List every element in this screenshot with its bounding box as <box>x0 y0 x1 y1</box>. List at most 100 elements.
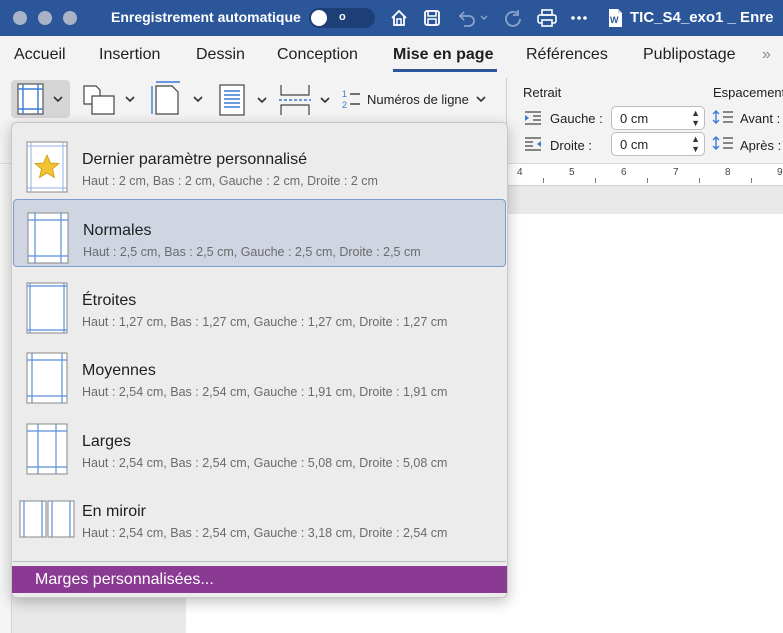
indent-left-icon <box>525 111 541 125</box>
margin-option-last-custom[interactable]: Dernier paramètre personnalisé Haut : 2 … <box>13 129 506 197</box>
line-numbers-icon: 12 <box>342 89 360 110</box>
margins-icon <box>17 83 44 115</box>
margin-option-desc: Haut : 2,54 cm, Bas : 2,54 cm, Gauche : … <box>82 526 448 540</box>
spacing-after-icon <box>712 136 733 150</box>
horizontal-ruler: 4 5 6 7 8 9 <box>505 164 783 186</box>
orientation-button[interactable] <box>82 80 136 118</box>
columns-button[interactable] <box>218 82 268 118</box>
tab-dessin[interactable]: Dessin <box>196 46 245 64</box>
margin-normal-icon <box>27 212 69 264</box>
breaks-button[interactable] <box>277 82 331 118</box>
ruler-number: 9 <box>777 167 783 178</box>
home-icon[interactable] <box>388 6 410 30</box>
margin-option-name: En miroir <box>82 503 147 520</box>
margin-option-normal[interactable]: Normales Haut : 2,5 cm, Bas : 2,5 cm, Ga… <box>13 199 506 267</box>
svg-text:1: 1 <box>342 89 347 99</box>
margin-option-wide[interactable]: Larges Haut : 2,54 cm, Bas : 2,54 cm, Ga… <box>13 411 506 479</box>
menu-separator <box>13 561 506 562</box>
ruler-tick <box>751 178 752 183</box>
ruler-number: 7 <box>673 167 679 178</box>
save-icon[interactable] <box>421 6 443 30</box>
toggle-state: o <box>339 11 346 23</box>
tab-mise-en-page[interactable]: Mise en page <box>393 46 493 64</box>
spinner-arrows-icon[interactable]: ▲ ▼ <box>691 134 700 154</box>
ruler-number: 5 <box>569 167 575 178</box>
print-icon[interactable] <box>535 6 559 30</box>
margin-option-name: Larges <box>82 433 131 450</box>
margin-option-desc: Haut : 2,54 cm, Bas : 2,54 cm, Gauche : … <box>82 456 448 470</box>
size-button[interactable] <box>150 80 204 118</box>
chevron-down-icon <box>53 96 63 103</box>
margin-option-narrow[interactable]: Étroites Haut : 1,27 cm, Bas : 1,27 cm, … <box>13 270 506 338</box>
tab-publipostage[interactable]: Publipostage <box>643 46 736 64</box>
toggle-knob <box>311 10 327 26</box>
droite-label: Droite : <box>550 138 592 153</box>
custom-margins-button[interactable]: Marges personnalisées... <box>12 566 507 593</box>
spacing-before-icon <box>712 110 733 124</box>
minimize-window-button[interactable] <box>38 11 52 25</box>
margin-option-desc: Haut : 1,27 cm, Bas : 1,27 cm, Gauche : … <box>82 315 448 329</box>
columns-icon <box>219 84 245 116</box>
chevron-down-icon <box>125 96 135 103</box>
undo-icon[interactable] <box>455 6 489 30</box>
margin-option-name: Moyennes <box>82 362 156 379</box>
ruler-tick <box>543 178 544 183</box>
indent-left-value: 0 cm <box>620 111 649 126</box>
ruler-number: 8 <box>725 167 731 178</box>
gauche-label: Gauche : <box>550 111 603 126</box>
apres-label: Après : <box>740 138 782 153</box>
indent-right-icon <box>525 137 541 151</box>
margin-option-desc: Haut : 2 cm, Bas : 2 cm, Gauche : 2 cm, … <box>82 174 378 188</box>
more-icon[interactable] <box>568 6 590 30</box>
ruler-number: 6 <box>621 167 627 178</box>
margin-option-desc: Haut : 2,54 cm, Bas : 2,54 cm, Gauche : … <box>82 385 448 399</box>
margin-option-desc: Haut : 2,5 cm, Bas : 2,5 cm, Gauche : 2,… <box>83 245 421 259</box>
chevron-down-icon <box>193 96 203 103</box>
tabs-overflow-icon[interactable]: » <box>762 46 771 64</box>
chevron-down-icon <box>320 97 330 104</box>
margin-option-name: Dernier paramètre personnalisé <box>82 151 307 168</box>
margins-button[interactable] <box>11 80 70 118</box>
close-window-button[interactable] <box>13 11 27 25</box>
indent-left-field[interactable]: 0 cm ▲ ▼ <box>611 106 705 130</box>
breaks-icon <box>279 85 311 115</box>
chevron-down-icon <box>257 97 267 104</box>
ruler-tick <box>647 178 648 183</box>
margin-wide-icon <box>26 423 68 475</box>
ribbon-tabs: Accueil Insertion Dessin Conception Mise… <box>0 36 783 72</box>
document-title: TIC_S4_exo1 _ Enre <box>630 9 774 26</box>
title-bar: Enregistrement automatique o W TIC_S4_ex… <box>0 0 783 36</box>
document-margin-band <box>505 186 783 214</box>
margin-option-name: Étroites <box>82 292 137 309</box>
margins-dropdown: Dernier paramètre personnalisé Haut : 2 … <box>11 122 508 598</box>
margin-mirrored-icon <box>19 500 75 538</box>
star-icon <box>26 141 68 193</box>
redo-icon[interactable] <box>502 6 524 30</box>
tab-references[interactable]: Références <box>526 46 608 64</box>
retrait-group-title: Retrait <box>523 85 562 100</box>
tab-insertion[interactable]: Insertion <box>99 46 160 64</box>
spinner-arrows-icon[interactable]: ▲ ▼ <box>691 108 700 128</box>
margin-option-moderate[interactable]: Moyennes Haut : 2,54 cm, Bas : 2,54 cm, … <box>13 340 506 408</box>
margin-moderate-icon <box>26 352 68 404</box>
margin-option-mirrored[interactable]: En miroir Haut : 2,54 cm, Bas : 2,54 cm,… <box>13 481 506 549</box>
ruler-number: 4 <box>517 167 523 178</box>
orientation-icon <box>83 85 115 115</box>
tab-accueil[interactable]: Accueil <box>14 46 66 64</box>
page-size-icon <box>151 81 180 115</box>
autosave-label: Enregistrement automatique <box>111 9 301 25</box>
ruler-tick <box>595 178 596 183</box>
margin-narrow-icon <box>26 282 68 334</box>
chevron-down-icon <box>476 96 486 103</box>
indent-right-field[interactable]: 0 cm ▲ ▼ <box>611 132 705 156</box>
tab-conception[interactable]: Conception <box>277 46 358 64</box>
autosave-toggle[interactable]: o <box>309 8 375 28</box>
line-numbers-label: Numéros de ligne <box>367 91 469 107</box>
espacement-group-title: Espacement <box>713 85 783 100</box>
word-doc-icon: W <box>605 6 625 30</box>
svg-text:2: 2 <box>342 100 347 110</box>
svg-text:W: W <box>610 15 619 25</box>
zoom-window-button[interactable] <box>63 11 77 25</box>
line-numbers-button[interactable]: 12 Numéros de ligne <box>342 88 487 110</box>
margin-option-name: Normales <box>83 222 152 239</box>
